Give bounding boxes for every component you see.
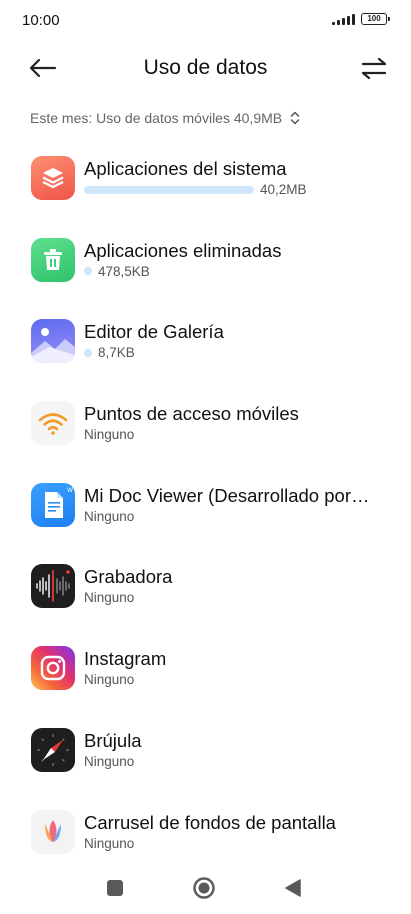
battery-icon: 100 [361, 13, 390, 25]
app-name: Instagram [84, 648, 167, 670]
app-usage: Ninguno [84, 509, 134, 524]
list-item[interactable]: W Mi Doc Viewer (Desarrollado por… Ningu… [0, 465, 411, 547]
usage-value: Ninguno [84, 590, 135, 606]
usage-value: Ninguno [84, 672, 135, 688]
usage-bar [84, 348, 92, 357]
recents-button[interactable] [103, 876, 127, 900]
swap-arrows-icon [361, 57, 387, 80]
home-button[interactable] [192, 876, 216, 900]
triangle-back-icon [285, 879, 301, 897]
list-item[interactable]: Puntos de acceso móviles Ninguno [0, 383, 411, 465]
list-item[interactable]: Grabadora Ninguno [0, 546, 411, 628]
app-name: Mi Doc Viewer (Desarrollado por… [84, 484, 370, 506]
app-usage: Ninguno [84, 836, 134, 851]
list-item[interactable]: Aplicaciones eliminadas 478,5KB [0, 220, 411, 302]
month-usage-selector[interactable]: Este mes: Uso de datos móviles 40,9MB [30, 108, 300, 128]
square-icon [107, 880, 123, 896]
usage-value: 478,5KB [98, 263, 150, 279]
app-usage: Ninguno [84, 754, 134, 769]
trash-icon [31, 237, 75, 282]
swap-button[interactable] [359, 54, 389, 82]
gallery-icon [31, 319, 75, 364]
usage-bar [84, 185, 254, 194]
usage-bar [84, 267, 92, 276]
app-name: Aplicaciones eliminadas [84, 239, 282, 261]
usage-value: Ninguno [84, 427, 135, 443]
list-item[interactable]: Editor de Galería 8,7KB [0, 301, 411, 383]
month-usage-label: Este mes: Uso de datos móviles 40,9MB [30, 110, 283, 126]
list-item[interactable]: Aplicaciones del sistema 40,2MB [0, 138, 411, 220]
app-usage: 478,5KB [84, 264, 150, 279]
compass-icon [31, 727, 75, 772]
usage-value: Ninguno [84, 835, 135, 851]
document-icon: W [31, 482, 75, 527]
header: Uso de datos [0, 44, 411, 92]
list-item[interactable]: Instagram Ninguno [0, 628, 411, 710]
usage-value: Ninguno [84, 753, 135, 769]
svg-text:W: W [67, 487, 73, 494]
app-name: Grabadora [84, 566, 173, 588]
status-time: 10:00 [22, 12, 60, 29]
sound-wave-icon [31, 564, 75, 609]
circle-icon [193, 877, 215, 899]
page-title: Uso de datos [143, 56, 268, 79]
status-icons: 100 [332, 13, 390, 25]
usage-value: 8,7KB [98, 345, 135, 361]
signal-icon [332, 13, 355, 25]
list-item[interactable]: Carrusel de fondos de pantalla Ninguno [0, 792, 411, 874]
instagram-icon [31, 646, 75, 691]
list-item[interactable]: Brújula Ninguno [0, 710, 411, 792]
app-usage: Ninguno [84, 427, 134, 442]
app-usage: Ninguno [84, 590, 134, 605]
app-usage: 8,7KB [84, 345, 135, 360]
app-list: Aplicaciones del sistema 40,2MB Aplicaci… [0, 138, 411, 873]
app-name: Aplicaciones del sistema [84, 158, 287, 179]
navigation-bar [0, 862, 411, 914]
wifi-hotspot-icon [31, 401, 75, 446]
chevron-up-down-icon [290, 111, 300, 125]
app-name: Puntos de acceso móviles [84, 403, 299, 425]
usage-value: Ninguno [84, 508, 135, 524]
layers-icon [31, 156, 75, 200]
app-usage: 40,2MB [84, 182, 307, 197]
status-bar: 10:00 100 [0, 0, 411, 42]
app-name: Carrusel de fondos de pantalla [84, 811, 336, 833]
app-name: Editor de Galería [84, 321, 224, 343]
back-nav-button[interactable] [281, 876, 305, 900]
app-name: Brújula [84, 729, 142, 751]
usage-value: 40,2MB [260, 182, 307, 197]
app-usage: Ninguno [84, 672, 134, 687]
tulip-icon [31, 809, 75, 854]
